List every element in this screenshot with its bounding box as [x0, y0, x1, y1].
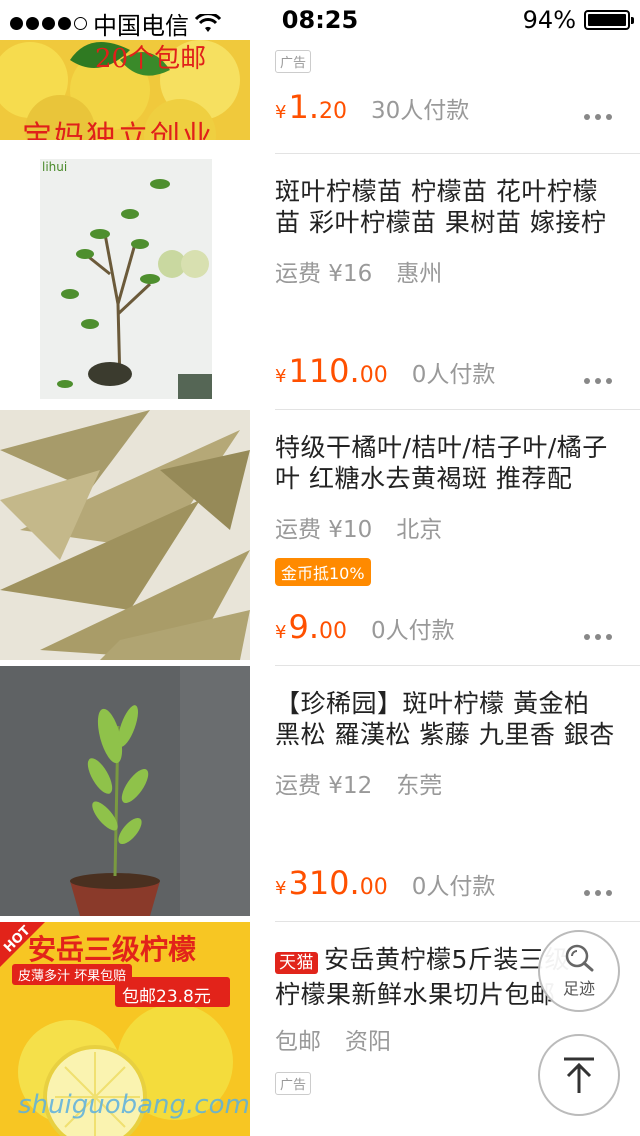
product-title[interactable]: 特级干橘叶/桔叶/桔子叶/橘子叶 红糖水去黄褐斑 推荐配: [275, 432, 620, 494]
more-icon[interactable]: [584, 890, 612, 896]
product-meta: 包邮 资阳: [275, 1022, 391, 1056]
product-title[interactable]: 【珍稀园】斑叶柠檬 黃金柏 黑松 羅漢松 紫藤 九里香 銀杏: [275, 688, 620, 750]
more-icon[interactable]: [584, 378, 612, 384]
product-thumbnail[interactable]: lihui: [0, 154, 250, 404]
banner-price: 包邮23.8元: [122, 987, 211, 1007]
product-thumbnail[interactable]: [0, 666, 250, 916]
price: ¥9. 00 0人付款: [275, 608, 455, 646]
location: 资阳: [345, 1029, 391, 1055]
price: ¥1. 20 30人付款: [275, 88, 470, 126]
product-info: 特级干橘叶/桔叶/桔子叶/橘子叶 红糖水去黄褐斑 推荐配 运费 ¥10 北京 金…: [275, 410, 640, 666]
footprint-icon: [565, 944, 594, 972]
coin-discount-tag: 金币抵10%: [275, 558, 371, 586]
watermark: shuiguobang.com: [18, 1090, 250, 1120]
product-meta: 运费 ¥10 北京: [275, 510, 442, 544]
banner-text-top: 20个包邮: [95, 44, 207, 74]
arrow-up-icon: [564, 1057, 594, 1093]
location: 惠州: [396, 261, 443, 287]
product-meta: 运费 ¥12 东莞: [275, 766, 442, 800]
product-info: 【珍稀园】斑叶柠檬 黃金柏 黑松 羅漢松 紫藤 九里香 銀杏 运费 ¥12 东莞…: [275, 666, 640, 922]
price: ¥110. 00 0人付款: [275, 352, 496, 390]
more-icon[interactable]: [584, 634, 612, 640]
shipping-fee: 运费 ¥12: [275, 773, 373, 799]
product-thumbnail[interactable]: [0, 410, 250, 660]
banner-sub: 皮薄多汁 坏果包赔: [12, 964, 133, 985]
more-icon[interactable]: [584, 114, 612, 120]
product-item[interactable]: 特级干橘叶/桔叶/桔子叶/橘子叶 红糖水去黄褐斑 推荐配 运费 ¥10 北京 金…: [0, 410, 640, 666]
price: ¥310. 00 0人付款: [275, 864, 496, 902]
thumb-logo: lihui: [42, 160, 68, 174]
tmall-tag: 天猫: [275, 952, 318, 974]
shipping-fee: 包邮: [275, 1029, 321, 1055]
sold-count: 0人付款: [411, 362, 496, 388]
shipping-fee: 运费 ¥16: [275, 261, 373, 287]
product-thumbnail[interactable]: HOT 安岳三级柠檬 皮薄多汁 坏果包赔 包邮23.8元 shuiguobang…: [0, 922, 250, 1136]
sold-count: 0人付款: [370, 618, 455, 644]
banner-title: 安岳三级柠檬: [28, 933, 197, 966]
sold-count: 0人付款: [411, 874, 496, 900]
product-item[interactable]: 【珍稀园】斑叶柠檬 黃金柏 黑松 羅漢松 紫藤 九里香 銀杏 运费 ¥12 东莞…: [0, 666, 640, 922]
footprint-button[interactable]: 足迹: [538, 930, 620, 1012]
shipping-fee: 运费 ¥10: [275, 517, 373, 543]
product-info: 斑叶柠檬苗 柠檬苗 花叶柠檬苗 彩叶柠檬苗 果树苗 嫁接柠 运费 ¥16 惠州 …: [275, 154, 640, 410]
battery-icon: [584, 10, 634, 30]
ad-label: 广告: [275, 1072, 312, 1095]
location: 北京: [396, 517, 443, 543]
battery-percent: 94%: [522, 6, 576, 34]
sold-count: 30人付款: [370, 98, 470, 124]
status-right: 94%: [522, 6, 634, 34]
product-item[interactable]: lihui 斑叶柠檬苗 柠檬苗 花叶柠檬苗 彩叶柠檬苗 果树苗 嫁接柠 运费 ¥…: [0, 154, 640, 410]
ad-label: 广告: [275, 50, 312, 73]
product-meta: 运费 ¥16 惠州: [275, 254, 442, 288]
banner-text-bottom: 宝妈独立创业: [22, 120, 214, 140]
footprint-label: 足迹: [562, 979, 595, 998]
status-bar: 中国电信 08:25 94%: [0, 0, 640, 40]
location: 东莞: [396, 773, 443, 799]
back-to-top-button[interactable]: [538, 1034, 620, 1116]
product-title[interactable]: 斑叶柠檬苗 柠檬苗 花叶柠檬苗 彩叶柠檬苗 果树苗 嫁接柠: [275, 176, 620, 238]
